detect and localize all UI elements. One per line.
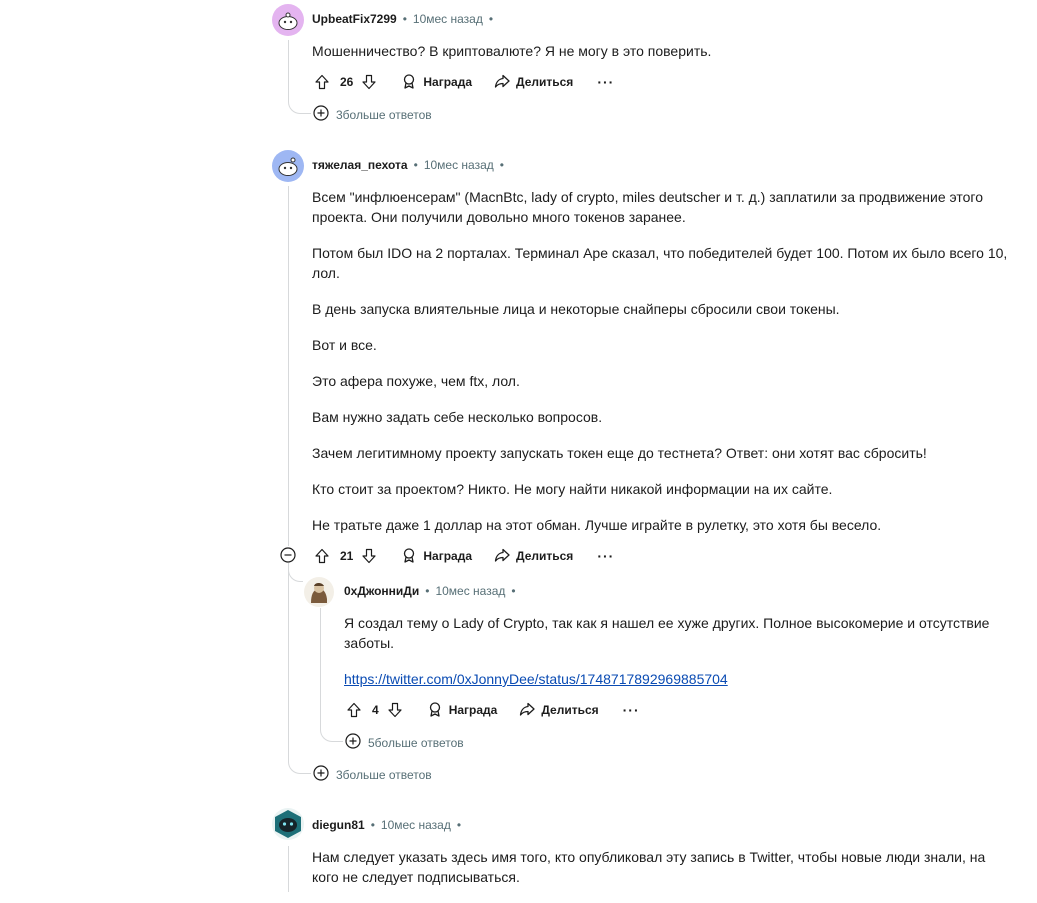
downvote-icon[interactable] [385,700,405,720]
plus-circle-icon [313,765,329,784]
avatar[interactable] [272,4,304,36]
comment-paragraph: Кто стоит за проектом? Никто. Не могу на… [312,481,833,497]
plus-circle-icon [345,733,361,752]
comment-paragraph: Это афера похуже, чем ftx, лол. [312,373,520,389]
comment-meta: 0хДжонниДи • 10мес назад • [344,584,516,598]
comment-paragraph: Всем "инфлюенсерам" (MacnBtc, lady of cr… [312,189,983,225]
award-button[interactable]: Награда [401,73,472,92]
separator-dot: • [488,12,494,26]
separator-dot: • [370,818,375,832]
thread-line [288,186,289,546]
share-label: Делиться [516,549,574,563]
avatar[interactable] [304,577,334,607]
downvote-icon[interactable] [359,546,379,566]
comment-actions: 26 Награда Делиться ··· [312,70,614,94]
award-label: Награда [423,75,472,89]
award-button[interactable]: Награда [427,701,498,720]
comment-actions: 4 Награда Делиться ··· [344,698,640,722]
award-icon [401,73,417,92]
award-icon [427,701,443,720]
separator-dot: • [402,12,407,26]
share-icon [519,701,535,720]
comment-meta: diegun81 • 10мес назад • [312,818,461,832]
more-options-icon[interactable]: ··· [597,74,614,90]
more-replies-button[interactable]: 3больше ответов [313,105,432,124]
separator-dot: • [413,158,418,172]
more-options-icon[interactable]: ··· [597,548,614,564]
share-label: Делиться [516,75,574,89]
author-name[interactable]: тяжелая_пехота [312,158,408,172]
award-icon [401,547,417,566]
share-button[interactable]: Делиться [494,547,573,566]
separator-dot: • [499,158,504,172]
upvote-icon[interactable] [312,72,332,92]
share-button[interactable]: Делиться [519,701,599,720]
vote-score: 26 [340,75,354,89]
thread-connector [320,608,343,742]
comment-paragraph: Я создал тему о Lady of Crypto, так как … [344,615,990,651]
more-replies-label: 3больше ответов [336,767,432,782]
more-replies-label: 5больше ответов [368,735,464,750]
upvote-icon[interactable] [312,546,332,566]
author-name[interactable]: UpbeatFix7299 [312,12,397,26]
downvote-icon[interactable] [359,72,379,92]
share-icon [494,547,510,566]
author-name[interactable]: 0хДжонниДи [344,584,419,598]
comment-paragraph: Зачем легитимному проекту запускать токе… [312,445,927,461]
avatar[interactable] [272,808,304,840]
share-label: Делиться [541,703,599,717]
comment-meta: UpbeatFix7299 • 10мес назад • [312,12,493,26]
vote-score: 21 [340,549,354,563]
comment-time: 10мес назад [423,158,494,172]
collapse-thread-icon[interactable] [280,547,296,563]
more-replies-button[interactable]: 5больше ответов [345,733,464,752]
award-button[interactable]: Награда [401,547,472,566]
share-icon [494,73,510,92]
comment-actions: 21 Награда Делиться ··· [312,544,614,568]
plus-circle-icon [313,105,329,124]
avatar[interactable] [272,150,304,182]
share-button[interactable]: Делиться [494,73,573,92]
vote-score: 4 [372,703,379,717]
more-replies-label: 3больше ответов [336,107,432,122]
comment-paragraph: Нам следует указать здесь имя того, кто … [312,849,986,885]
comment-paragraph: Вам нужно задать себе несколько вопросов… [312,409,603,425]
more-options-icon[interactable]: ··· [623,702,640,718]
comment-paragraph: Не тратьте даже 1 доллар на этот обман. … [312,517,882,533]
tweet-link[interactable]: https://twitter.com/0xJonnyDee/status/17… [344,671,728,687]
comment-paragraph: Мошенничество? В криптовалюте? Я не могу… [312,43,712,59]
comment-paragraph: Потом был IDO на 2 порталах. Терминал Ap… [312,245,1008,281]
comment-meta: тяжелая_пехота • 10мес назад • [312,158,504,172]
comment-body: Всем "инфлюенсерам" (MacnBtc, lady of cr… [312,187,1012,551]
comment-paragraph: Вот и все. [312,337,377,353]
upvote-icon[interactable] [344,700,364,720]
comment-paragraph: https://twitter.com/0xJonnyDee/status/17… [344,669,1004,689]
comment-time: 10мес назад [435,584,506,598]
separator-dot: • [511,584,516,598]
thread-connector [288,40,311,114]
comment-time: 10мес назад [412,12,483,26]
separator-dot: • [456,818,462,832]
award-label: Награда [423,549,472,563]
author-name[interactable]: diegun81 [312,818,365,832]
more-replies-button[interactable]: 3больше ответов [313,765,432,784]
thread-line [288,846,289,892]
comment-body: Нам следует указать здесь имя того, кто … [312,847,1012,903]
separator-dot: • [425,584,430,598]
award-label: Награда [448,703,498,717]
comment-body: Я создал тему о Lady of Crypto, так как … [344,613,1004,705]
comment-paragraph: В день запуска влиятельные лица и некото… [312,301,840,317]
comment-time: 10мес назад [380,818,451,832]
